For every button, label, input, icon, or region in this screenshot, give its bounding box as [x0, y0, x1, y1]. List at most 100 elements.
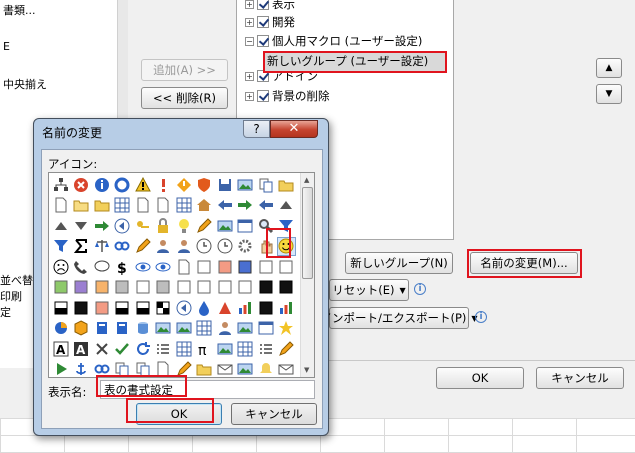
list-item[interactable]: Ε: [3, 40, 10, 53]
white-box-icon[interactable]: [236, 278, 255, 297]
shield-icon[interactable]: [195, 175, 214, 194]
magnifier-icon[interactable]: [256, 216, 275, 235]
orange-box-icon[interactable]: [92, 278, 111, 297]
green-box-icon[interactable]: [51, 278, 70, 297]
black-box-icon[interactable]: [72, 298, 91, 317]
grey-box-icon[interactable]: [154, 278, 173, 297]
folder-icon[interactable]: [92, 196, 111, 215]
black-box-icon[interactable]: [256, 278, 275, 297]
list-item[interactable]: 並べ替: [0, 272, 33, 288]
white-box-icon[interactable]: [256, 257, 275, 276]
warning-icon[interactable]: [133, 175, 152, 194]
filter-icon[interactable]: [51, 237, 70, 256]
rename-button[interactable]: 名前の変更(M)...: [470, 252, 578, 274]
error-icon[interactable]: [72, 175, 91, 194]
anchor-icon[interactable]: [72, 360, 91, 378]
expand-icon[interactable]: +: [245, 17, 254, 27]
mail-icon[interactable]: [215, 360, 234, 378]
chain-icon[interactable]: [113, 237, 132, 256]
filter-icon[interactable]: [277, 216, 296, 235]
pencil-icon[interactable]: [133, 237, 152, 256]
expand-icon[interactable]: +: [245, 0, 254, 9]
dollar-icon[interactable]: $: [113, 257, 132, 276]
list-item[interactable]: 印刷: [0, 288, 22, 304]
cylinder-icon[interactable]: [133, 319, 152, 338]
triangle-up-icon[interactable]: [277, 196, 296, 215]
picture-icon[interactable]: [215, 339, 234, 358]
play-icon[interactable]: [51, 360, 70, 378]
bell-icon[interactable]: [256, 360, 275, 378]
letter-a-icon[interactable]: A: [51, 339, 70, 358]
scroll-up-icon[interactable]: ▲: [304, 176, 309, 184]
eye-icon[interactable]: [154, 257, 173, 276]
clock-icon[interactable]: [195, 237, 214, 256]
smiley-icon[interactable]: [276, 236, 296, 256]
pencil-icon[interactable]: [195, 216, 214, 235]
arrow-left-icon[interactable]: [215, 196, 234, 215]
back-icon[interactable]: [174, 298, 193, 317]
page-icon[interactable]: [133, 196, 152, 215]
checkbox[interactable]: [257, 0, 269, 10]
arrow-right-icon[interactable]: [92, 216, 111, 235]
page-icon[interactable]: [154, 360, 173, 378]
eye-icon[interactable]: [133, 257, 152, 276]
remove-button[interactable]: << 削除(R): [141, 87, 228, 109]
list-icon[interactable]: [154, 339, 173, 358]
copy-icon[interactable]: [113, 360, 132, 378]
letter-a-dark-icon[interactable]: A: [72, 339, 91, 358]
picture-icon[interactable]: [215, 216, 234, 235]
checkbox[interactable]: [257, 16, 269, 28]
list-icon[interactable]: [256, 339, 275, 358]
user-icon[interactable]: [174, 237, 193, 256]
white-box-icon[interactable]: [277, 257, 296, 276]
icon-picker[interactable]: $ A Aπ ▲ ▼: [48, 172, 315, 378]
checkbox[interactable]: [257, 90, 269, 102]
picture-icon[interactable]: [174, 319, 193, 338]
user-icon[interactable]: [154, 237, 173, 256]
display-name-input[interactable]: 表の書式設定: [100, 380, 315, 399]
picture-icon[interactable]: [236, 360, 255, 378]
exclaim-icon[interactable]: [154, 175, 173, 194]
move-up-button[interactable]: ▲: [596, 58, 622, 78]
bulb-icon[interactable]: [174, 216, 193, 235]
star-icon[interactable]: [277, 319, 296, 338]
user-icon[interactable]: [215, 319, 234, 338]
white-box-icon[interactable]: [215, 278, 234, 297]
split-box-icon[interactable]: [51, 298, 70, 317]
book-icon[interactable]: [92, 319, 111, 338]
tree-row-developer[interactable]: + 開発: [245, 13, 295, 31]
info-icon[interactable]: [92, 175, 111, 194]
checkbox[interactable]: [257, 35, 269, 47]
check-icon[interactable]: [113, 339, 132, 358]
key-icon[interactable]: [133, 216, 152, 235]
triangle-down-icon[interactable]: [72, 216, 91, 235]
triangle-up-icon[interactable]: [51, 216, 70, 235]
scroll-thumb[interactable]: [302, 187, 313, 279]
home-icon[interactable]: [195, 196, 214, 215]
salmon-box-icon[interactable]: [92, 298, 111, 317]
collapse-icon[interactable]: −: [245, 36, 254, 46]
salmon-box-icon[interactable]: [215, 257, 234, 276]
purple-box-icon[interactable]: [72, 278, 91, 297]
blue-box-icon[interactable]: [236, 257, 255, 276]
page-icon[interactable]: [51, 196, 70, 215]
split-box-icon[interactable]: [113, 298, 132, 317]
grey-box-icon[interactable]: [113, 278, 132, 297]
network-icon[interactable]: [51, 175, 70, 194]
help-button[interactable]: ?: [243, 120, 270, 138]
window-icon[interactable]: [236, 216, 255, 235]
copy-icon[interactable]: [256, 175, 275, 194]
grid-icon[interactable]: [113, 196, 132, 215]
cube-icon[interactable]: [72, 319, 91, 338]
tree-node-new-group[interactable]: 新しいグループ (ユーザー設定): [265, 53, 446, 72]
icon-scrollbar[interactable]: ▲ ▼: [300, 173, 314, 377]
cancel-button[interactable]: キャンセル: [536, 367, 624, 389]
add-button[interactable]: 追加(A) >>: [141, 59, 228, 81]
list-item[interactable]: 中央揃え: [3, 76, 47, 92]
tree-row-view[interactable]: + 表示: [245, 0, 295, 13]
diamond-icon[interactable]: [174, 175, 193, 194]
expand-icon[interactable]: +: [245, 71, 254, 81]
list-item[interactable]: 書類...: [3, 2, 36, 18]
page-icon[interactable]: [174, 257, 193, 276]
dialog-cancel-button[interactable]: キャンセル: [231, 403, 317, 425]
